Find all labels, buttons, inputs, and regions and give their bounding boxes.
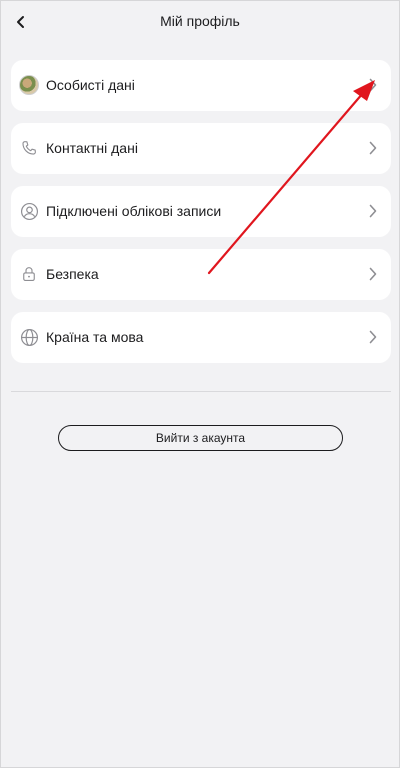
chevron-right-icon xyxy=(367,140,379,156)
chevron-right-icon xyxy=(367,266,379,282)
page-title: Мій профіль xyxy=(160,13,240,29)
menu-item-contact-data[interactable]: Контактні дані xyxy=(11,123,391,174)
menu-item-label: Особисті дані xyxy=(46,77,135,93)
lock-icon xyxy=(19,264,39,284)
app-screen: Мій профіль Особисті дані Контактні дані… xyxy=(0,0,400,768)
menu-item-label: Підключені облікові записи xyxy=(46,203,222,219)
menu-item-country-language[interactable]: Країна та мова xyxy=(11,312,391,363)
profile-menu: Особисті дані Контактні дані Підключені … xyxy=(11,60,391,375)
menu-item-connected-accounts[interactable]: Підключені облікові записи xyxy=(11,186,391,237)
menu-item-label: Країна та мова xyxy=(46,329,144,345)
top-bar: Мій профіль xyxy=(1,1,399,43)
chevron-right-icon xyxy=(367,329,379,345)
menu-item-label: Контактні дані xyxy=(46,140,138,156)
menu-item-label: Безпека xyxy=(46,266,99,282)
chevron-right-icon xyxy=(367,77,379,93)
divider xyxy=(11,391,391,392)
phone-icon xyxy=(19,138,39,158)
globe-icon xyxy=(19,327,39,347)
avatar xyxy=(19,75,39,95)
chevron-right-icon xyxy=(367,203,379,219)
logout-button[interactable]: Вийти з акаунта xyxy=(58,425,343,451)
menu-item-personal-data[interactable]: Особисті дані xyxy=(11,60,391,111)
menu-item-security[interactable]: Безпека xyxy=(11,249,391,300)
user-circle-icon xyxy=(19,201,39,221)
